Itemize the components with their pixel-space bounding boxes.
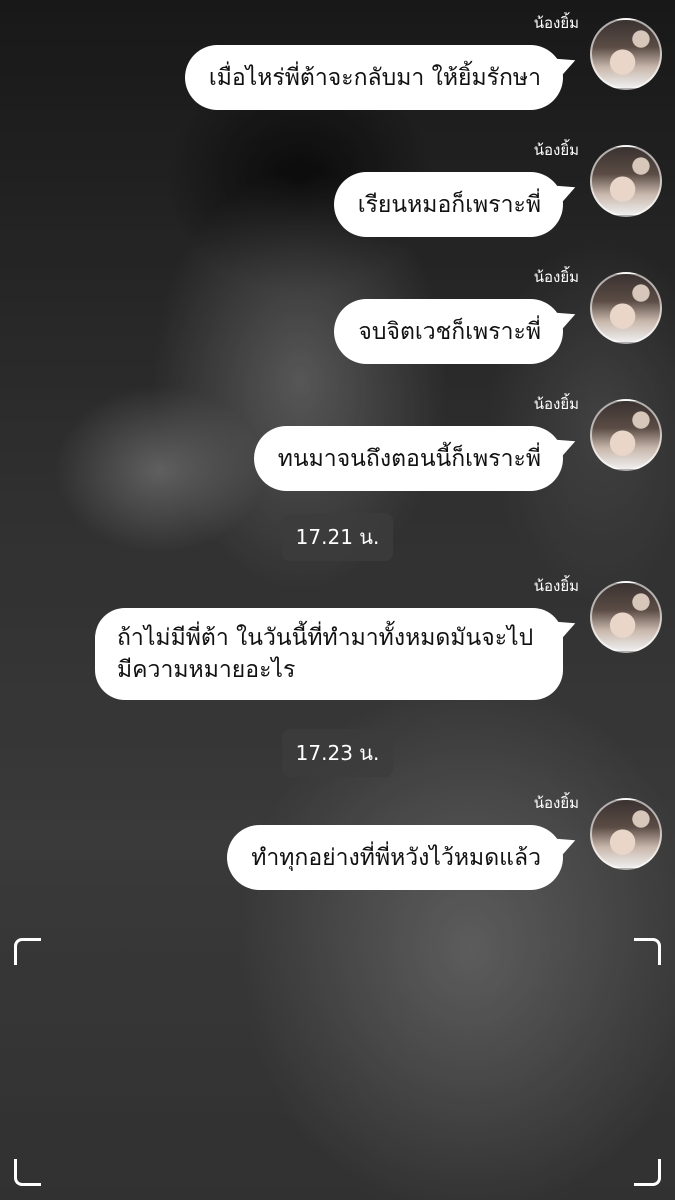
sender-name: น้องยิ้ม: [533, 141, 579, 159]
avatar[interactable]: [590, 581, 662, 653]
frame-corner-icon: [634, 1159, 661, 1186]
timestamp: 17.23 น.: [281, 729, 394, 777]
avatar[interactable]: [590, 18, 662, 90]
sender-name: น้องยิ้ม: [533, 577, 579, 595]
message-bubble[interactable]: ทนมาจนถึงตอนนี้ก็เพราะพี่: [253, 426, 563, 491]
frame-corner-icon: [14, 938, 41, 965]
message-bubble[interactable]: เรียนหมอก็เพราะพี่: [333, 172, 563, 237]
sender-name: น้องยิ้ม: [533, 395, 579, 413]
timestamp: 17.21 น.: [281, 513, 394, 561]
avatar[interactable]: [590, 798, 662, 870]
message-bubble[interactable]: ทำทุกอย่างที่พี่หวังไว้หมดแล้ว: [227, 825, 563, 890]
sender-name: น้องยิ้ม: [533, 268, 579, 286]
frame-corner-icon: [634, 938, 661, 965]
message-bubble[interactable]: เมื่อไหร่พี่ต้าจะกลับมา ให้ยิ้มรักษา: [184, 45, 563, 110]
background-overlay: [0, 0, 675, 1200]
avatar[interactable]: [590, 399, 662, 471]
avatar[interactable]: [590, 272, 662, 344]
frame-corner-icon: [14, 1159, 41, 1186]
message-bubble[interactable]: จบจิตเวชก็เพราะพี่: [334, 299, 563, 364]
avatar[interactable]: [590, 145, 662, 217]
sender-name: น้องยิ้ม: [533, 794, 579, 812]
sender-name: น้องยิ้ม: [533, 14, 579, 32]
message-bubble[interactable]: ถ้าไม่มีพี่ต้า ในวันนี้ที่ทำมาทั้งหมดมัน…: [95, 608, 563, 700]
